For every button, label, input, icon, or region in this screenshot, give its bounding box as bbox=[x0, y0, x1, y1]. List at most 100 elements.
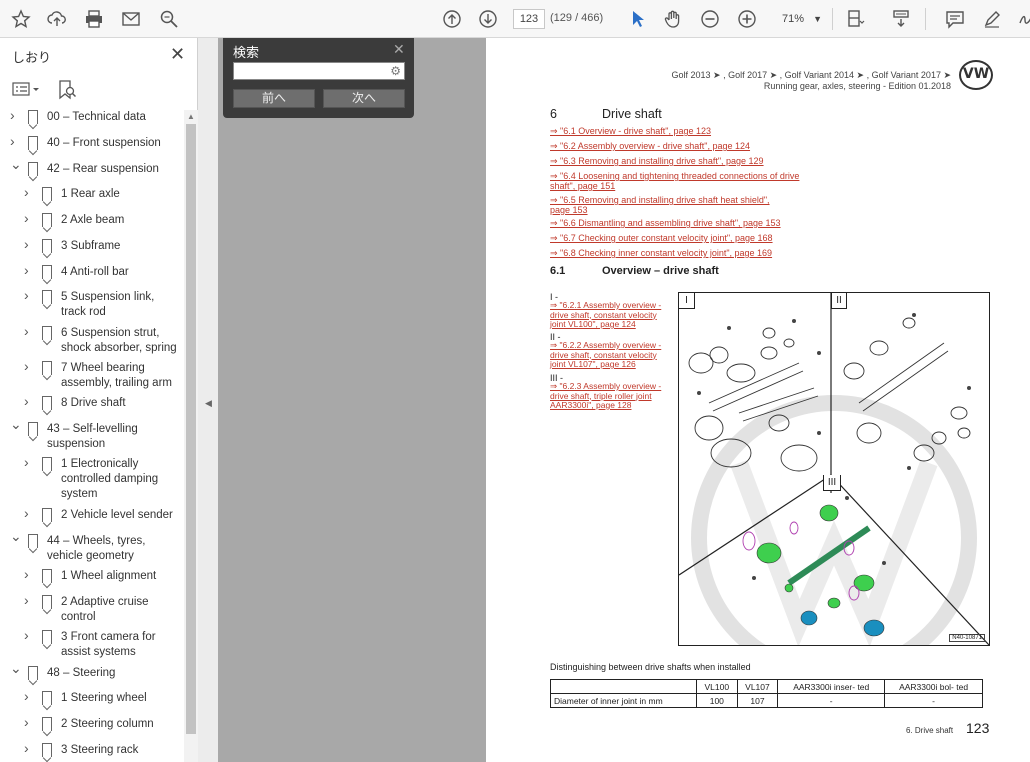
bookmark-list: › 00 – Technical data › 40 – Front suspensi… bbox=[0, 110, 184, 762]
print-icon[interactable] bbox=[81, 6, 107, 32]
close-icon[interactable]: ✕ bbox=[170, 44, 185, 65]
figure-ref-link[interactable]: ⇒ "6.2.1 Assembly overview - drive shaft… bbox=[550, 300, 674, 330]
bookmarks-panel: しおり ✕ › 00 – Technical data › 40 – Front su… bbox=[0, 38, 198, 762]
chevron-right-icon[interactable]: › bbox=[24, 324, 29, 339]
figure-panel-label: III bbox=[823, 475, 841, 491]
figure-panel-label: II bbox=[831, 293, 847, 309]
table-header-cell: AAR3300i inser- ted bbox=[777, 679, 886, 694]
chevron-right-icon[interactable]: › bbox=[24, 567, 29, 582]
bookmark-icon bbox=[42, 396, 52, 410]
bookmark-label: 42 – Rear suspension bbox=[47, 163, 159, 175]
table-cell: 100 bbox=[696, 693, 738, 708]
bookmark-label: 7 Wheel bearing assembly, trailing arm bbox=[61, 362, 172, 389]
chevron-right-icon[interactable]: › bbox=[24, 185, 29, 200]
table-cell: - bbox=[884, 693, 983, 708]
sign-icon[interactable] bbox=[1014, 6, 1030, 32]
select-cursor-icon[interactable] bbox=[624, 6, 650, 32]
bookmark-label: 6 Suspension strut, shock absorber, spri… bbox=[61, 327, 177, 354]
zoom-dropdown[interactable]: 71% ▼ bbox=[770, 9, 826, 29]
bookmark-icon bbox=[42, 361, 52, 375]
prev-page-icon[interactable] bbox=[439, 6, 465, 32]
toc-link[interactable]: ⇒ "6.5 Removing and installing drive sha… bbox=[550, 195, 780, 215]
toc-link[interactable]: ⇒ "6.4 Loosening and tightening threaded… bbox=[550, 171, 810, 191]
bookmark-icon bbox=[42, 239, 52, 253]
hand-tool-icon[interactable] bbox=[660, 6, 686, 32]
bookmark-icon bbox=[42, 187, 52, 201]
chevron-right-icon[interactable]: › bbox=[24, 359, 29, 374]
bookmark-icon bbox=[28, 162, 38, 176]
table-header-cell: VL100 bbox=[696, 679, 738, 694]
chevron-right-icon[interactable]: › bbox=[24, 715, 29, 730]
bookmark-icon bbox=[42, 630, 52, 644]
chevron-right-icon[interactable]: › bbox=[24, 628, 29, 643]
next-page-icon[interactable] bbox=[475, 6, 501, 32]
bookmark-icon bbox=[42, 265, 52, 279]
table-header-cell: VL107 bbox=[736, 679, 779, 694]
zoom-out-icon[interactable] bbox=[697, 6, 723, 32]
prev-result-button[interactable]: 前へ bbox=[233, 89, 315, 108]
comment-icon[interactable] bbox=[942, 6, 968, 32]
panel-splitter[interactable]: ◀ bbox=[198, 38, 218, 762]
figure-ref-link[interactable]: ⇒ "6.2.3 Assembly overview - drive shaft… bbox=[550, 381, 674, 411]
chevron-right-icon[interactable]: › bbox=[24, 288, 29, 303]
scroll-up-icon[interactable]: ▲ bbox=[187, 112, 195, 121]
chevron-right-icon[interactable]: › bbox=[24, 506, 29, 521]
toc-link[interactable]: ⇒ "6.3 Removing and installing drive sha… bbox=[550, 156, 780, 166]
chevron-down-icon[interactable]: ⌄ bbox=[10, 417, 22, 432]
search-icon[interactable] bbox=[156, 6, 182, 32]
search-input[interactable]: ⚙ bbox=[233, 62, 405, 80]
chevron-right-icon[interactable]: › bbox=[24, 593, 29, 608]
chevron-right-icon[interactable]: › bbox=[24, 455, 29, 470]
mail-icon[interactable] bbox=[118, 6, 144, 32]
zoom-in-icon[interactable] bbox=[734, 6, 760, 32]
bookmark-icon bbox=[28, 136, 38, 150]
bookmark-label: 1 Wheel alignment bbox=[61, 570, 157, 582]
bookmark-label: 1 Steering wheel bbox=[61, 692, 147, 704]
page-fit-icon[interactable] bbox=[842, 6, 868, 32]
toc-link[interactable]: ⇒ "6.8 Checking inner constant velocity … bbox=[550, 248, 790, 258]
chevron-right-icon[interactable]: › bbox=[24, 237, 29, 252]
scrollbar-thumb[interactable] bbox=[186, 124, 196, 734]
close-icon[interactable]: ✕ bbox=[393, 41, 405, 58]
bookmark-star-icon[interactable] bbox=[8, 6, 34, 32]
chevron-right-icon[interactable]: › bbox=[24, 263, 29, 278]
options-menu-icon[interactable] bbox=[12, 80, 42, 101]
bookmark-label: 3 Subframe bbox=[61, 240, 121, 252]
figure-ref-link[interactable]: ⇒ "6.2.2 Assembly overview - drive shaft… bbox=[550, 340, 674, 370]
chevron-right-icon[interactable]: › bbox=[24, 741, 29, 756]
toc-link[interactable]: ⇒ "6.6 Dismantling and assembling drive … bbox=[550, 218, 790, 228]
bookmark-label: 43 – Self-levelling suspension bbox=[47, 423, 138, 450]
gear-icon[interactable]: ⚙ bbox=[390, 64, 401, 78]
search-popup: 検索 ✕ ⚙ 前へ 次へ bbox=[223, 38, 414, 118]
toc-link[interactable]: ⇒ "6.1 Overview - drive shaft", page 123 bbox=[550, 126, 750, 136]
collapse-panel-icon[interactable]: ◀ bbox=[205, 398, 212, 409]
pen-icon[interactable] bbox=[979, 6, 1005, 32]
vw-logo: VW bbox=[959, 60, 993, 90]
bookmark-label: 8 Drive shaft bbox=[61, 397, 126, 409]
bookmark-label: 5 Suspension link, track rod bbox=[61, 291, 155, 318]
drive-shaft-table: VL100 VL107 AAR3300i inser- ted AAR3300i… bbox=[550, 679, 983, 708]
bookmark-label: 1 Rear axle bbox=[61, 188, 120, 200]
chevron-right-icon[interactable]: › bbox=[24, 211, 29, 226]
next-result-button[interactable]: 次へ bbox=[323, 89, 405, 108]
bookmark-label: 00 – Technical data bbox=[47, 111, 146, 123]
page-number-input[interactable]: 123 bbox=[513, 9, 545, 29]
chevron-right-icon[interactable]: › bbox=[24, 394, 29, 409]
chevron-right-icon[interactable]: › bbox=[10, 110, 15, 123]
figure-panel-label: I bbox=[679, 293, 695, 309]
bookmark-search-icon[interactable] bbox=[58, 80, 77, 103]
bookmark-icon bbox=[42, 743, 52, 757]
upload-icon[interactable] bbox=[44, 6, 70, 32]
chevron-down-icon[interactable]: ⌄ bbox=[10, 157, 22, 172]
table-cell: 107 bbox=[736, 693, 779, 708]
chevron-right-icon[interactable]: › bbox=[24, 689, 29, 704]
chevron-down-icon[interactable]: ⌄ bbox=[10, 661, 22, 676]
sidebar-scrollbar[interactable]: ▲ bbox=[184, 110, 198, 762]
toc-link[interactable]: ⇒ "6.7 Checking outer constant velocity … bbox=[550, 233, 790, 243]
document-background bbox=[218, 38, 486, 762]
scroll-mode-icon[interactable] bbox=[888, 6, 914, 32]
toc-link[interactable]: ⇒ "6.2 Assembly overview - drive shaft",… bbox=[550, 141, 770, 151]
chevron-right-icon[interactable]: › bbox=[10, 134, 15, 149]
bookmark-icon bbox=[42, 569, 52, 583]
chevron-down-icon[interactable]: ⌄ bbox=[10, 529, 22, 544]
